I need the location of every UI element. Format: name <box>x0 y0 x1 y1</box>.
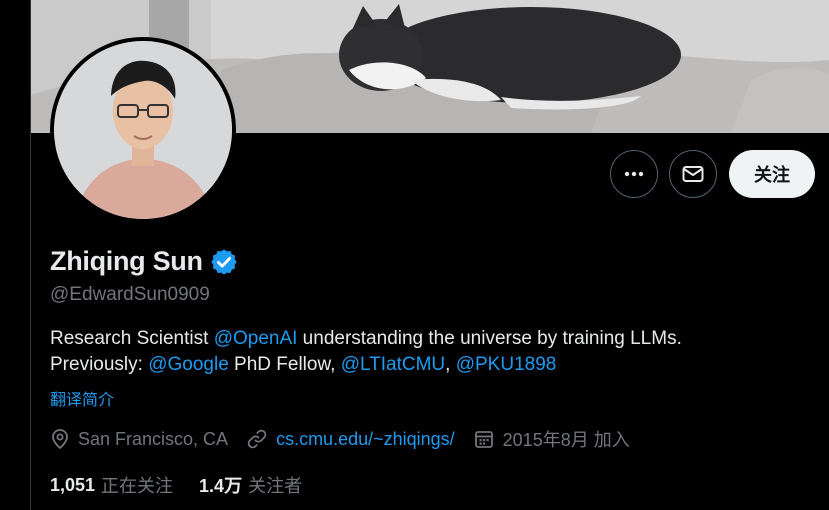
mention-openai-link[interactable]: @OpenAI <box>214 328 298 349</box>
mention-google-link[interactable]: @Google <box>148 354 229 375</box>
more-options-button[interactable] <box>610 150 658 198</box>
calendar-icon <box>474 431 493 448</box>
location-item: San Francisco, CA <box>50 428 228 450</box>
translate-bio-link[interactable]: 翻译简介 <box>50 386 114 410</box>
following-label[interactable]: 正在关注 <box>101 472 173 498</box>
left-sidebar-edge <box>0 0 31 510</box>
follow-button[interactable]: 关注 <box>729 150 815 198</box>
bio-text: Research Scientist <box>50 328 214 349</box>
bio-text: , <box>445 354 456 375</box>
bio-text: Previously: <box>50 354 149 375</box>
display-name: Zhiqing Sun <box>50 246 203 276</box>
followers-label[interactable]: 关注者 <box>248 472 302 498</box>
profile-meta-row: San Francisco, CA cs.cmu.edu/~zhiqings/ … <box>50 426 648 452</box>
following-count[interactable]: 1,051 <box>50 475 95 496</box>
mention-ltiatcmu-link[interactable]: @LTIatCMU <box>341 354 445 375</box>
link-icon <box>247 429 267 449</box>
avatar-photo <box>54 41 232 219</box>
profile-name-row: Zhiqing Sun <box>50 246 239 277</box>
joined-text: 2015年8月 加入 <box>502 430 630 450</box>
profile-avatar[interactable] <box>50 37 236 223</box>
followers-count[interactable]: 1.4万 <box>199 472 242 498</box>
bio-text: understanding the universe by training L… <box>297 328 682 349</box>
website-item: cs.cmu.edu/~zhiqings/ <box>246 428 455 450</box>
location-text: San Francisco, CA <box>78 428 229 449</box>
mention-pku-link[interactable]: @PKU1898 <box>456 354 557 375</box>
user-handle: @EdwardSun0909 <box>50 284 210 305</box>
message-button[interactable] <box>669 150 717 198</box>
verified-badge-icon[interactable] <box>209 247 239 277</box>
follow-stats-row: 1,051 正在关注 1.4万 关注者 <box>50 472 328 498</box>
website-link[interactable]: cs.cmu.edu/~zhiqings/ <box>276 429 455 450</box>
more-dots-icon <box>624 171 644 177</box>
bio-text: PhD Fellow, <box>228 354 341 375</box>
joined-item: 2015年8月 加入 <box>473 426 630 452</box>
profile-bio: Research Scientist @OpenAI understanding… <box>50 326 790 378</box>
envelope-icon <box>682 166 704 182</box>
location-pin-icon <box>52 429 68 450</box>
